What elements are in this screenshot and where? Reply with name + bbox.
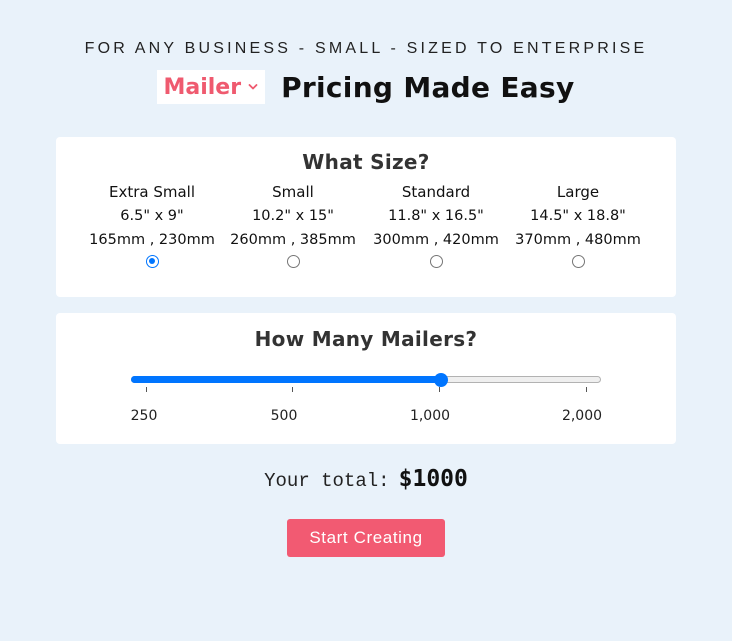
size-option-extra-small[interactable]: Extra Small 6.5" x 9" 165mm , 230mm [77, 180, 227, 268]
slider-tick [439, 387, 440, 392]
size-card: What Size? Extra Small 6.5" x 9" 165mm ,… [56, 137, 676, 297]
size-name: Large [556, 183, 600, 201]
size-option-standard[interactable]: Standard 11.8" x 16.5" 300mm , 420mm [361, 180, 511, 268]
slider-ticks [131, 387, 732, 393]
tick-label: 250 [130, 408, 158, 424]
quantity-card-title: How Many Mailers? [254, 327, 478, 351]
size-mm: 370mm , 480mm [515, 232, 641, 248]
slider-tick-labels: 250 500 1,000 2,000 [56, 408, 676, 428]
size-radio[interactable] [286, 255, 300, 268]
total: Your total: $1000 [0, 466, 732, 492]
chevron-down-icon [248, 84, 258, 90]
start-creating-button[interactable]: Start Creating [287, 519, 445, 557]
page-title: Pricing Made Easy [281, 70, 575, 104]
size-inches: 6.5" x 9" [120, 208, 184, 224]
tick-label: 2,000 [561, 408, 603, 424]
tick-label: 1,000 [409, 408, 451, 424]
size-radio[interactable] [571, 255, 585, 268]
slider-thumb[interactable] [434, 373, 448, 387]
tick-label: 500 [270, 408, 298, 424]
size-name: Small [272, 183, 314, 201]
size-option-large[interactable]: Large 14.5" x 18.8" 370mm , 480mm [503, 180, 653, 268]
product-select-value: Mailer [163, 74, 242, 100]
slider-fill [131, 376, 441, 383]
slider-tick [146, 387, 147, 392]
total-amount: $1000 [398, 466, 468, 492]
quantity-slider[interactable] [131, 373, 601, 392]
size-mm: 165mm , 230mm [89, 232, 215, 248]
size-card-title: What Size? [302, 150, 430, 174]
slider-tick [586, 387, 587, 392]
size-mm: 300mm , 420mm [373, 232, 499, 248]
size-inches: 10.2" x 15" [252, 208, 334, 224]
size-radio[interactable] [429, 255, 443, 268]
size-inches: 14.5" x 18.8" [530, 208, 626, 224]
total-label: Your total: [264, 470, 390, 492]
size-options: Extra Small 6.5" x 9" 165mm , 230mm Smal… [56, 174, 676, 284]
size-radio[interactable] [145, 255, 159, 268]
size-mm: 260mm , 385mm [230, 232, 356, 248]
headline: Mailer Pricing Made Easy [0, 70, 732, 104]
size-name: Extra Small [108, 183, 196, 201]
quantity-card: How Many Mailers? 250 500 1,000 2,000 [56, 313, 676, 444]
slider-tick [292, 387, 293, 392]
product-select[interactable]: Mailer [157, 70, 266, 104]
tagline: FOR ANY BUSINESS - SMALL - SIZED TO ENTE… [84, 40, 648, 57]
size-option-small[interactable]: Small 10.2" x 15" 260mm , 385mm [218, 180, 368, 268]
size-name: Standard [401, 183, 471, 201]
size-inches: 11.8" x 16.5" [388, 208, 484, 224]
